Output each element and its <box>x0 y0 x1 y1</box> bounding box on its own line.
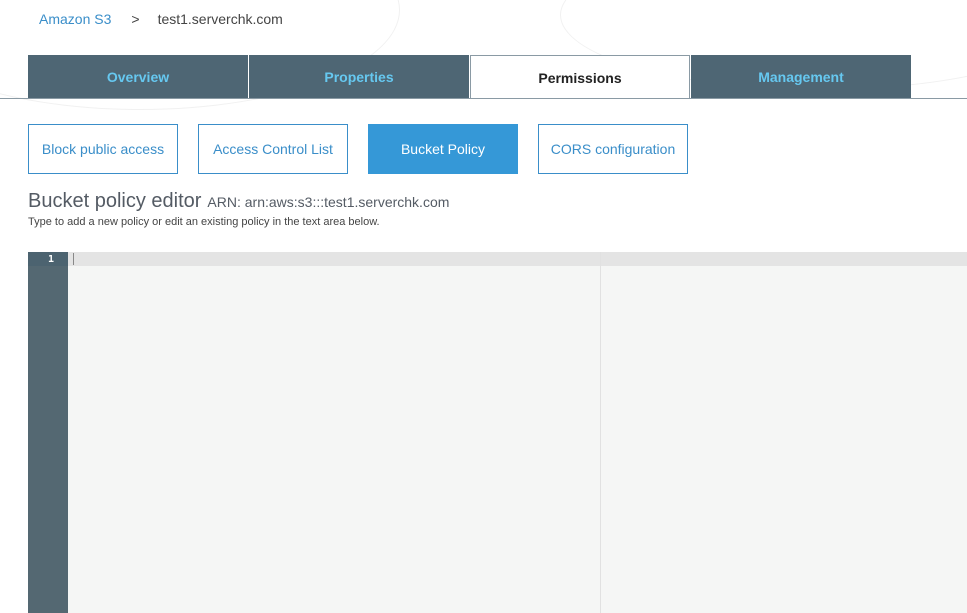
permissions-subtabs: Block public access Access Control List … <box>28 124 708 174</box>
editor-instructions: Type to add a new policy or edit an exis… <box>28 216 380 228</box>
editor-title: Bucket policy editor <box>28 190 202 212</box>
line-number: 1 <box>47 254 54 265</box>
subtab-bucket-policy[interactable]: Bucket Policy <box>368 124 518 174</box>
main-tabs: Overview Properties Permissions Manageme… <box>28 55 912 99</box>
tab-permissions[interactable]: Permissions <box>470 55 690 99</box>
tab-management[interactable]: Management <box>691 55 911 98</box>
tab-divider <box>0 98 967 99</box>
chevron-right-icon: > <box>131 11 140 27</box>
bucket-arn: ARN: arn:aws:s3:::test1.serverchk.com <box>207 194 450 210</box>
policy-text-area[interactable] <box>68 252 967 613</box>
text-cursor <box>73 253 74 265</box>
subtab-cors-configuration[interactable]: CORS configuration <box>538 124 688 174</box>
policy-code-editor[interactable]: 1 <box>28 252 967 613</box>
breadcrumb: Amazon S3 > test1.serverchk.com <box>39 10 283 28</box>
s3-bucket-page: Amazon S3 > test1.serverchk.com Overview… <box>0 0 967 613</box>
subtab-access-control-list[interactable]: Access Control List <box>198 124 348 174</box>
tab-overview[interactable]: Overview <box>28 55 248 98</box>
breadcrumb-amazon-s3-link[interactable]: Amazon S3 <box>39 11 111 27</box>
editor-gutter: 1 <box>28 252 68 613</box>
editor-heading: Bucket policy editor ARN: arn:aws:s3:::t… <box>28 190 449 213</box>
tab-properties[interactable]: Properties <box>249 55 469 98</box>
subtab-block-public-access[interactable]: Block public access <box>28 124 178 174</box>
breadcrumb-current-bucket: test1.serverchk.com <box>157 11 283 27</box>
